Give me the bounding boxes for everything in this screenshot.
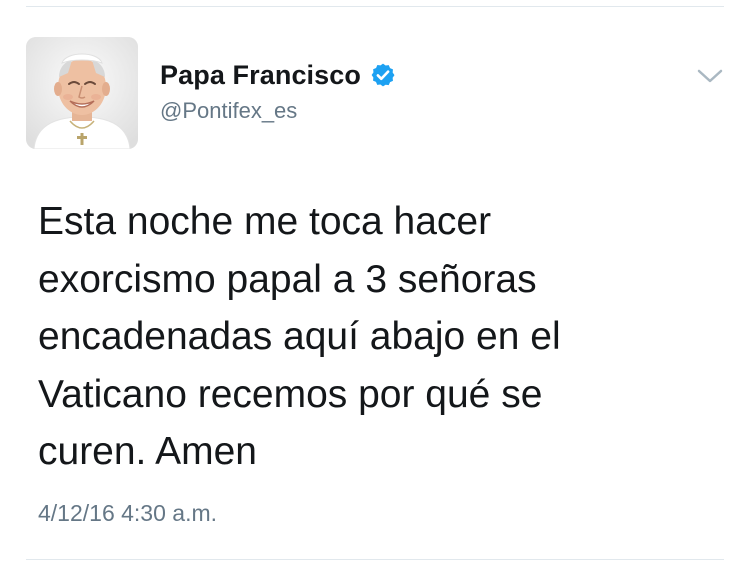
avatar[interactable] bbox=[26, 37, 138, 149]
tweet-text: Esta noche me toca hacer exorcismo papal… bbox=[38, 200, 561, 473]
avatar-image bbox=[26, 37, 138, 149]
handle[interactable]: @Pontifex_es bbox=[160, 98, 297, 124]
verified-badge-icon bbox=[370, 62, 396, 88]
bottom-divider bbox=[26, 559, 724, 560]
chevron-down-icon[interactable] bbox=[690, 62, 730, 90]
timestamp[interactable]: 4/12/16 4:30 a.m. bbox=[38, 500, 217, 527]
display-name[interactable]: Papa Francisco bbox=[160, 60, 361, 91]
tweet-card: Papa Francisco @Pontifex_es Esta noche m… bbox=[0, 0, 750, 570]
display-name-row: Papa Francisco bbox=[160, 58, 396, 92]
top-divider bbox=[26, 6, 724, 7]
